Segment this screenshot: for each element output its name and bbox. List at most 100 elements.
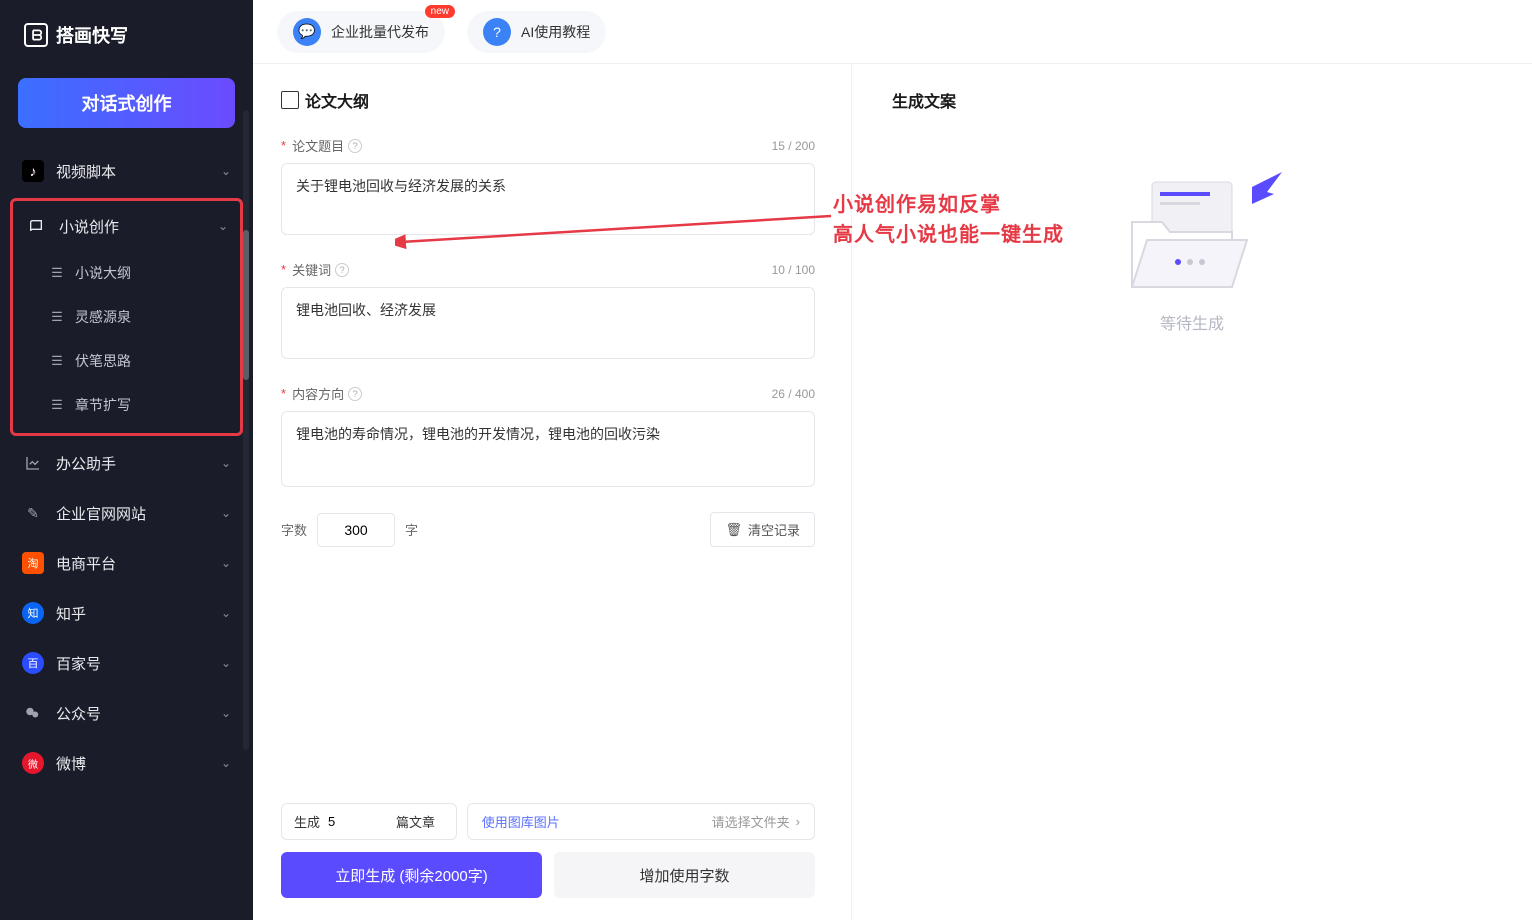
- sidebar-subitem-foreshadow[interactable]: ☰ 伏笔思路: [39, 339, 240, 383]
- gallery-link[interactable]: 使用图库图片: [482, 812, 560, 831]
- help-icon[interactable]: ?: [348, 139, 362, 153]
- chip-label: AI使用教程: [521, 22, 590, 42]
- sidebar-item-ecommerce[interactable]: 淘 电商平台 ⌄: [10, 538, 243, 588]
- sidebar-item-label: 办公助手: [56, 453, 221, 474]
- placeholder-text: 等待生成: [1160, 310, 1224, 334]
- sidebar-item-novel-create[interactable]: 小说创作 ⌄: [13, 201, 240, 251]
- sidebar-item-baijiahao[interactable]: 百 百家号 ⌄: [10, 638, 243, 688]
- doc-icon: ☰: [49, 265, 65, 281]
- page-title: 论文大纲: [281, 88, 815, 112]
- chevron-down-icon: ⌄: [221, 164, 231, 178]
- help-icon[interactable]: ?: [348, 387, 362, 401]
- chevron-down-icon: ⌄: [221, 456, 231, 470]
- subitem-label: 灵感源泉: [75, 307, 131, 327]
- topbar: 💬 企业批量代发布 new ? AI使用教程: [253, 0, 1532, 64]
- sidebar-item-label: 知乎: [56, 603, 221, 624]
- field-label: *关键词 ?: [281, 260, 349, 279]
- gallery-select[interactable]: 使用图库图片 请选择文件夹 ›: [467, 803, 815, 840]
- gen-prefix: 生成: [294, 812, 320, 831]
- help-icon: ?: [483, 18, 511, 46]
- chevron-down-icon: ⌄: [221, 706, 231, 720]
- sidebar-item-label: 百家号: [56, 653, 221, 674]
- clear-button[interactable]: 🗑 清空记录: [710, 512, 815, 547]
- word-count-unit: 字: [405, 520, 418, 539]
- weibo-icon: 微: [22, 752, 44, 774]
- chevron-down-icon: ⌄: [221, 756, 231, 770]
- novel-subitems: ☰ 小说大纲 ☰ 灵感源泉 ☰ 伏笔思路 ☰ 章节扩写: [13, 251, 240, 427]
- sidebar-subitem-novel-outline[interactable]: ☰ 小说大纲: [39, 251, 240, 295]
- sidebar-item-video-script[interactable]: ♪ 视频脚本 ⌄: [10, 146, 243, 196]
- word-count-input[interactable]: [317, 513, 395, 547]
- sidebar-nav: ♪ 视频脚本 ⌄ 小说创作 ⌄ ☰ 小说大纲: [0, 142, 253, 920]
- book-icon: [281, 91, 299, 109]
- sidebar-item-label: 小说创作: [59, 216, 218, 237]
- tiktok-icon: ♪: [22, 160, 44, 182]
- subitem-label: 伏笔思路: [75, 351, 131, 371]
- sidebar-subitem-inspiration[interactable]: ☰ 灵感源泉: [39, 295, 240, 339]
- chevron-down-icon: ⌄: [221, 656, 231, 670]
- subitem-label: 章节扩写: [75, 395, 131, 415]
- baijiahao-icon: 百: [22, 652, 44, 674]
- article-count-box: 生成 篇文章: [281, 803, 457, 840]
- field-counter: 10 / 100: [772, 263, 815, 277]
- sidebar-item-label: 微博: [56, 753, 221, 774]
- field-keywords: *关键词 ? 10 / 100: [281, 260, 815, 364]
- form-column: 论文大纲 *论文题目 ? 15 / 200 *关键词 ? 10 / 100: [253, 64, 843, 920]
- output-title: 生成文案: [892, 88, 1492, 112]
- title-input[interactable]: [281, 163, 815, 235]
- taobao-icon: 淘: [22, 552, 44, 574]
- field-label: *内容方向 ?: [281, 384, 362, 403]
- sidebar-scrollbar[interactable]: [243, 110, 249, 750]
- ai-tutorial-button[interactable]: ? AI使用教程: [467, 11, 606, 53]
- output-placeholder: 等待生成: [892, 162, 1492, 334]
- increase-quota-button[interactable]: 增加使用字数: [554, 852, 815, 898]
- page-title-text: 论文大纲: [305, 88, 369, 112]
- chevron-down-icon: ⌄: [218, 219, 228, 233]
- subitem-label: 小说大纲: [75, 263, 131, 283]
- keywords-input[interactable]: [281, 287, 815, 359]
- gen-suffix: 篇文章: [396, 812, 435, 831]
- sidebar-item-website[interactable]: ✎ 企业官网网站 ⌄: [10, 488, 243, 538]
- field-counter: 15 / 200: [772, 139, 815, 153]
- batch-publish-button[interactable]: 💬 企业批量代发布 new: [277, 11, 445, 53]
- sidebar-item-label: 公众号: [56, 703, 221, 724]
- direction-input[interactable]: [281, 411, 815, 487]
- chart-icon: [22, 452, 44, 474]
- generate-button[interactable]: 立即生成 (剩余2000字): [281, 852, 542, 898]
- dialog-create-button[interactable]: 对话式创作: [18, 78, 235, 128]
- field-label: *论文题目 ?: [281, 136, 362, 155]
- folder-illustration: [1112, 162, 1272, 292]
- folder-select[interactable]: 请选择文件夹 ›: [712, 812, 800, 831]
- sidebar-item-weibo[interactable]: 微 微博 ⌄: [10, 738, 243, 788]
- highlight-box: 小说创作 ⌄ ☰ 小说大纲 ☰ 灵感源泉 ☰ 伏笔思路: [10, 198, 243, 436]
- sidebar: 搭画快写 对话式创作 ♪ 视频脚本 ⌄ 小说创作 ⌄ ☰: [0, 0, 253, 920]
- field-title: *论文题目 ? 15 / 200: [281, 136, 815, 240]
- doc-icon: ☰: [49, 353, 65, 369]
- zhihu-icon: 知: [22, 602, 44, 624]
- sidebar-item-label: 企业官网网站: [56, 503, 221, 524]
- field-counter: 26 / 400: [772, 387, 815, 401]
- doc-icon: ☰: [49, 309, 65, 325]
- wechat-icon: [22, 702, 44, 724]
- field-direction: *内容方向 ? 26 / 400: [281, 384, 815, 492]
- chevron-right-icon: ›: [796, 814, 800, 829]
- sidebar-item-zhihu[interactable]: 知 知乎 ⌄: [10, 588, 243, 638]
- word-count-row: 字数 字 🗑 清空记录: [281, 512, 815, 547]
- scrollbar-thumb[interactable]: [243, 230, 249, 380]
- trash-icon: 🗑: [725, 522, 742, 538]
- sidebar-subitem-chapter-expand[interactable]: ☰ 章节扩写: [39, 383, 240, 427]
- sidebar-item-office[interactable]: 办公助手 ⌄: [10, 438, 243, 488]
- article-count-input[interactable]: [328, 814, 388, 829]
- book-icon: [25, 215, 47, 237]
- logo-text: 搭画快写: [56, 22, 128, 48]
- bottom-bar: 生成 篇文章 使用图库图片 请选择文件夹 › 立即生成 (剩余2000字) 增加…: [253, 793, 843, 920]
- main: 💬 企业批量代发布 new ? AI使用教程 论文大纲 *论文题目 ?: [253, 0, 1532, 920]
- chevron-down-icon: ⌄: [221, 506, 231, 520]
- sidebar-item-wechat[interactable]: 公众号 ⌄: [10, 688, 243, 738]
- chevron-down-icon: ⌄: [221, 556, 231, 570]
- help-icon[interactable]: ?: [335, 263, 349, 277]
- word-count-label: 字数: [281, 520, 307, 539]
- sidebar-item-label: 电商平台: [56, 553, 221, 574]
- chat-icon: 💬: [293, 18, 321, 46]
- logo-icon: [24, 23, 48, 47]
